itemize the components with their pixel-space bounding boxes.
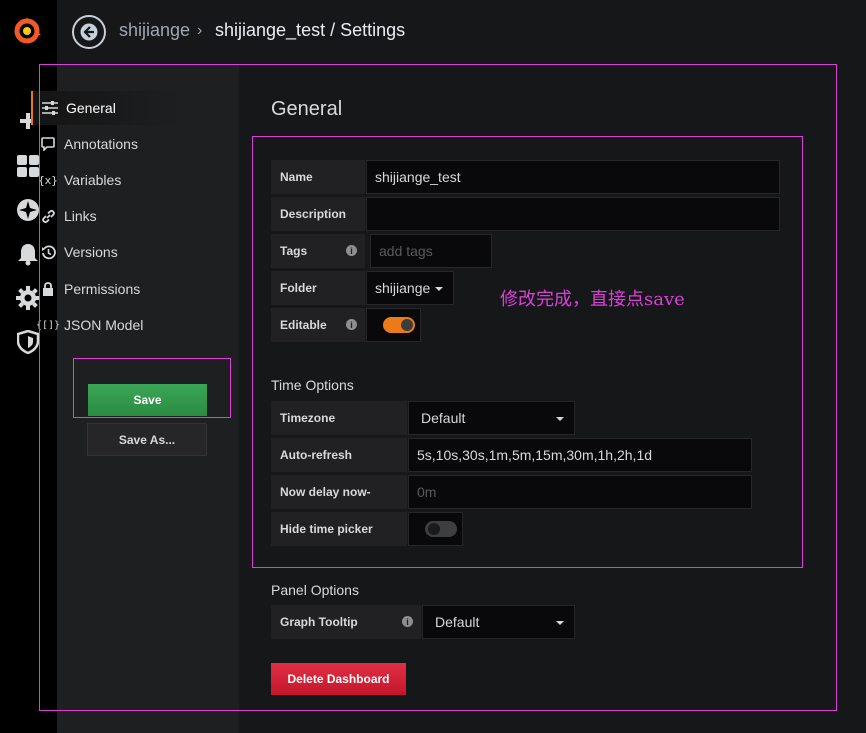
folder-label: Folder	[271, 271, 365, 305]
nav-item-permissions[interactable]: Permissions	[31, 272, 181, 306]
save-button[interactable]: Save	[88, 384, 207, 416]
name-input[interactable]: shijiange_test	[366, 160, 780, 194]
nav-item-variables[interactable]: {x} Variables	[31, 163, 181, 197]
nav-item-json-model[interactable]: {[]} JSON Model	[31, 308, 181, 342]
breadcrumb-folder[interactable]: shijiange	[119, 20, 190, 41]
caret-down-icon	[435, 287, 443, 291]
page-title: shijiange_test / Settings	[215, 20, 406, 40]
nav-item-links[interactable]: Links	[31, 199, 181, 233]
nav-item-label: General	[66, 100, 116, 116]
description-label: Description	[271, 197, 365, 231]
hidepicker-toggle[interactable]	[425, 521, 457, 537]
autorefresh-input[interactable]: 5s,10s,30s,1m,5m,15m,30m,1h,2h,1d	[408, 438, 752, 472]
info-icon[interactable]: i	[346, 319, 357, 330]
nav-item-label: Annotations	[64, 136, 138, 152]
caret-down-icon	[556, 621, 564, 625]
info-icon[interactable]: i	[402, 616, 413, 627]
variable-icon: {x}	[38, 173, 58, 187]
editable-label: Editable i	[271, 308, 365, 342]
nowdelay-label: Now delay now-	[271, 475, 407, 509]
tags-label: Tags i	[271, 234, 365, 268]
section-heading-panel-options: Panel Options	[271, 582, 359, 598]
caret-down-icon	[556, 417, 564, 421]
name-label: Name	[271, 160, 365, 194]
top-navbar: shijiange › shijiange_test / Settings	[57, 0, 866, 64]
tags-label-text: Tags	[280, 244, 308, 258]
editable-toggle[interactable]	[383, 317, 415, 333]
editable-switch-container	[366, 308, 421, 342]
delete-dashboard-button[interactable]: Delete Dashboard	[271, 663, 406, 695]
info-icon[interactable]: i	[346, 245, 357, 256]
comment-icon	[40, 137, 56, 151]
editable-label-text: Editable	[280, 318, 327, 332]
timezone-label: Timezone	[271, 401, 407, 435]
section-heading-time-options: Time Options	[271, 377, 354, 393]
nav-item-label: Versions	[64, 244, 118, 260]
timezone-select-value: Default	[421, 410, 466, 426]
hidepicker-label: Hide time picker	[271, 512, 407, 546]
nav-item-annotations[interactable]: Annotations	[31, 127, 181, 161]
history-icon	[40, 244, 56, 260]
graph-tooltip-select-value: Default	[435, 614, 480, 630]
arrow-left-icon	[80, 23, 98, 41]
save-as-button[interactable]: Save As...	[87, 423, 207, 456]
sliders-icon	[42, 101, 58, 115]
description-input[interactable]	[366, 197, 780, 231]
tags-input[interactable]: add tags	[370, 234, 492, 268]
nav-item-label: Links	[64, 208, 97, 224]
lock-icon	[40, 282, 56, 296]
toggle-knob	[401, 319, 413, 331]
grafana-logo[interactable]	[10, 14, 44, 48]
breadcrumb-separator: ›	[197, 22, 203, 39]
nav-item-label: Variables	[64, 172, 122, 188]
toggle-knob	[428, 523, 440, 535]
autorefresh-label: Auto-refresh	[271, 438, 407, 472]
nav-item-general[interactable]: General	[31, 91, 181, 125]
hidepicker-switch-container	[408, 512, 463, 546]
folder-select[interactable]: shijiange	[366, 271, 454, 305]
graph-tooltip-label: Graph Tooltip i	[271, 605, 421, 639]
nav-item-versions[interactable]: Versions	[31, 235, 181, 269]
folder-select-value: shijiange	[375, 280, 431, 296]
json-icon: {[]}	[35, 319, 61, 331]
nowdelay-input[interactable]: 0m	[408, 475, 752, 509]
nav-item-label: JSON Model	[64, 317, 144, 333]
section-heading-general: General	[271, 98, 343, 120]
link-icon	[40, 209, 56, 224]
annotation-note: 修改完成，直接点save	[500, 289, 685, 310]
nav-item-label: Permissions	[64, 281, 141, 297]
graph-tooltip-select[interactable]: Default	[422, 605, 575, 639]
timezone-select[interactable]: Default	[408, 401, 575, 435]
graph-tooltip-label-text: Graph Tooltip	[280, 615, 358, 629]
back-button[interactable]	[72, 15, 106, 49]
